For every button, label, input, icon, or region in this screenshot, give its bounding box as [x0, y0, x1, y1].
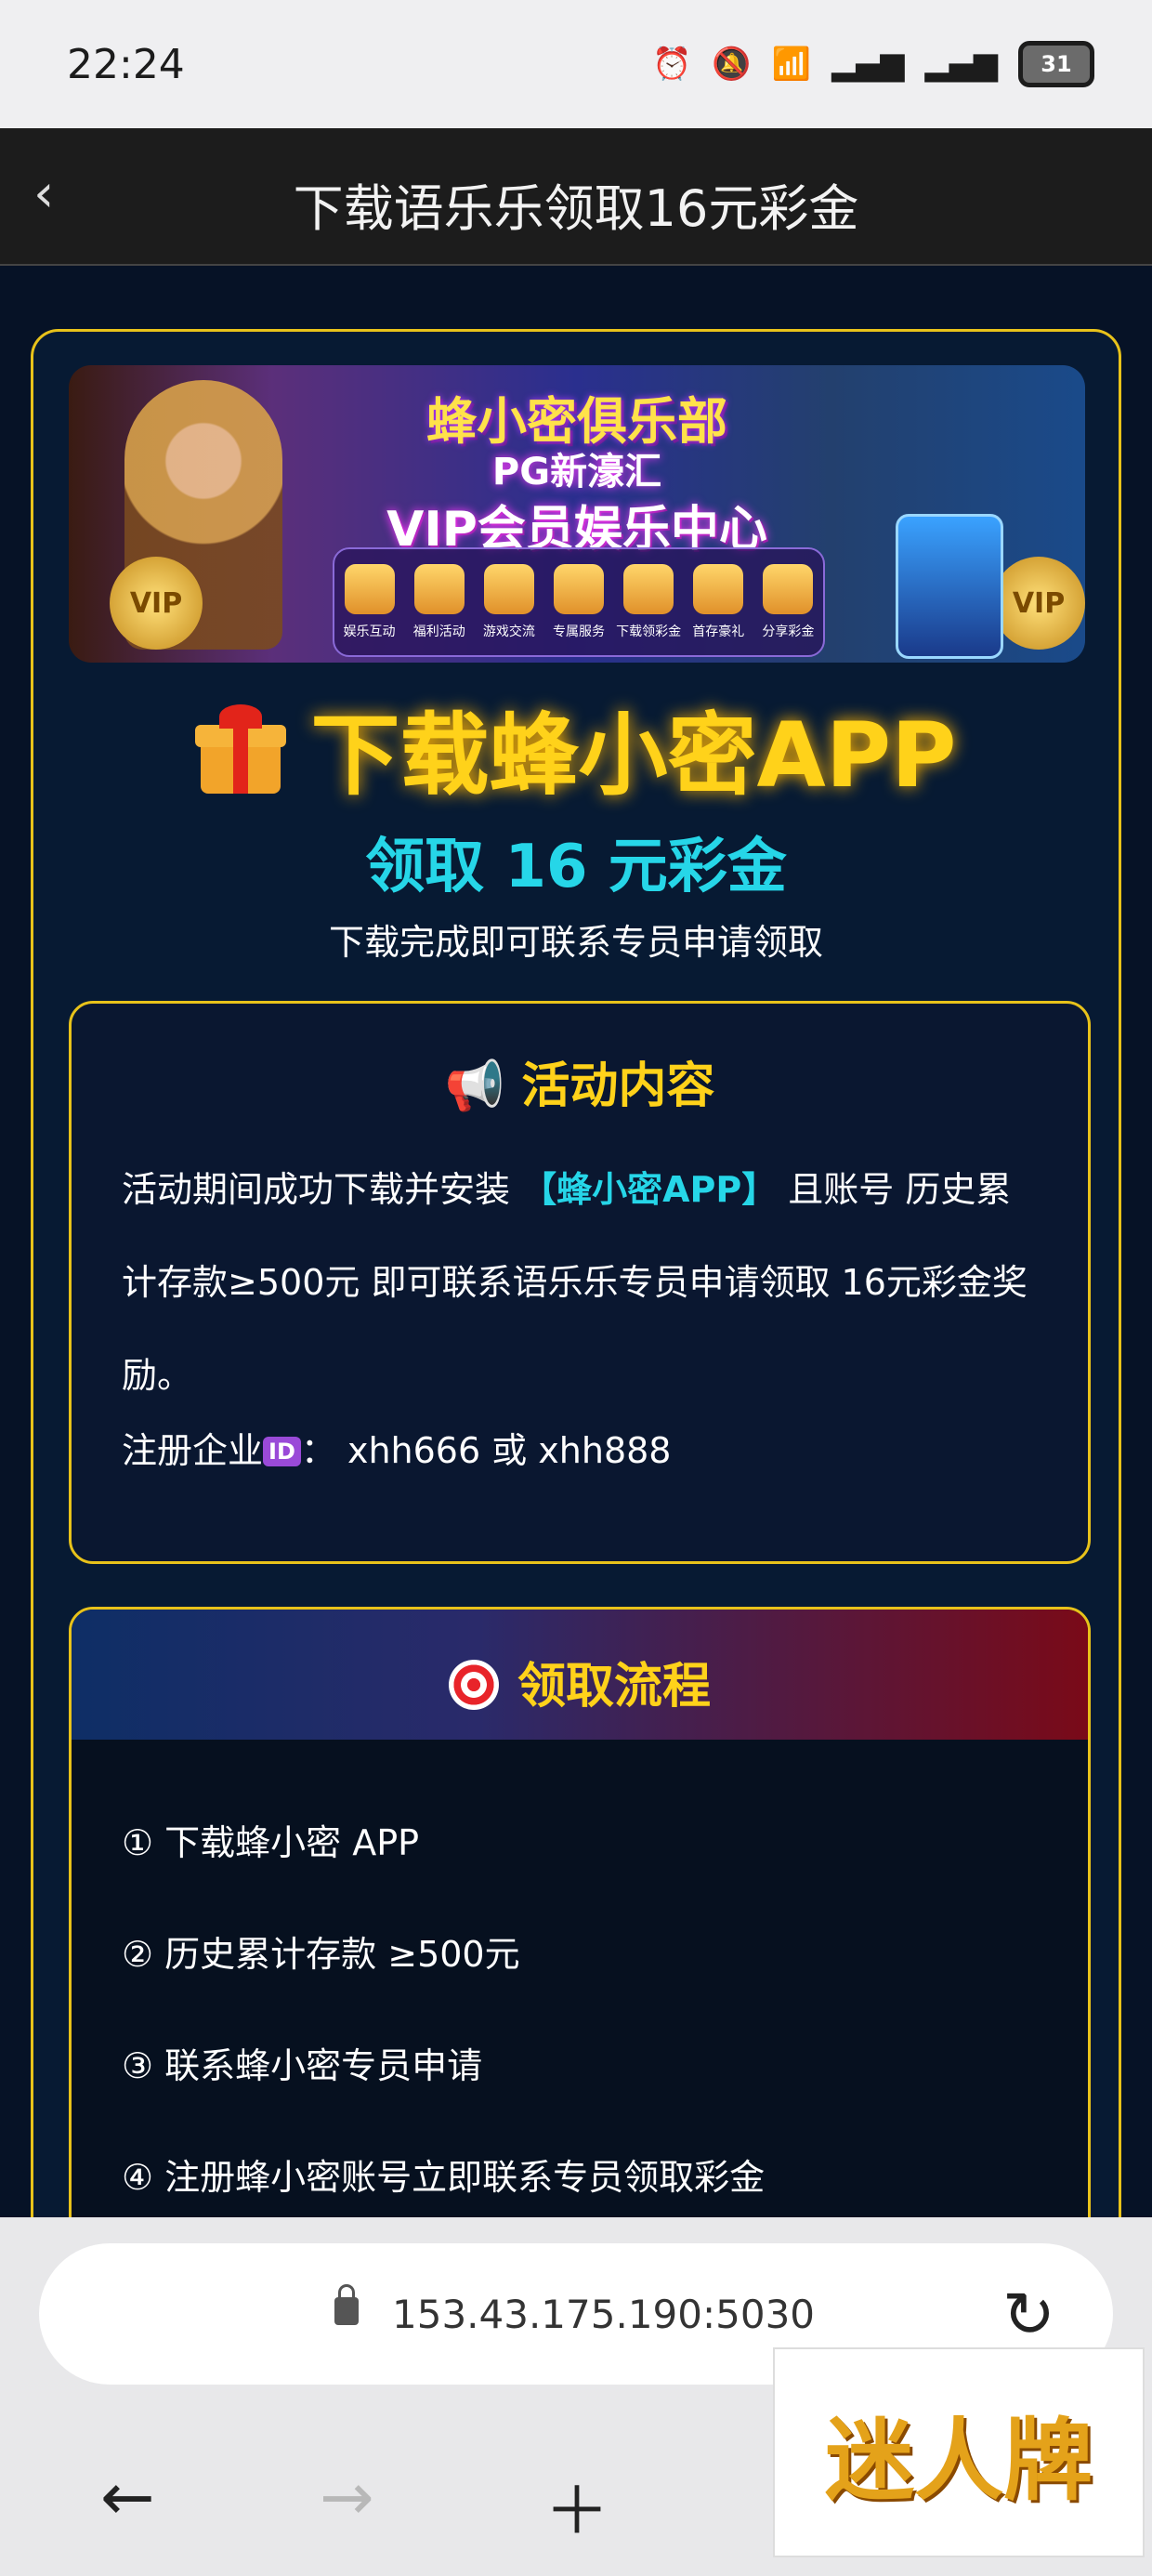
- nav-bar: ‹ 下载语乐乐领取16元彩金: [0, 128, 1152, 266]
- process-step: ③ 联系蜂小密专员申请: [122, 2045, 483, 2086]
- vip-badge-icon: VIP: [992, 557, 1085, 650]
- menu-item-icon: [553, 564, 604, 614]
- process-step: ① 下载蜂小密 APP: [122, 1822, 420, 1863]
- page-content: VIP VIP 蜂小密俱乐部 PG新濠汇 VIP会员娱乐中心 娱乐互动 福利活动…: [0, 266, 1152, 2379]
- process-heading-text: 领取流程: [517, 1659, 711, 1715]
- status-time: 22:24: [67, 41, 185, 88]
- activity-heading: 📢 活动内容: [444, 1058, 715, 1114]
- signal-5g-icon: ▂▄▆: [831, 46, 905, 83]
- banner-subtitle: PG新濠汇: [491, 451, 662, 493]
- alarm-icon: ⏰: [652, 46, 692, 83]
- menu-item-icon: [413, 564, 465, 614]
- process-card: 领取流程 ① 下载蜂小密 APP ② 历史累计存款 ≥500元 ③ 联系蜂小密专…: [69, 1607, 1091, 2319]
- menu-item-label: 专属服务: [552, 624, 605, 639]
- banner-menu-item: 游戏交流: [477, 564, 542, 640]
- menu-item-icon: [693, 564, 744, 614]
- page-title: 下载语乐乐领取16元彩金: [293, 179, 859, 238]
- url-text[interactable]: 153.43.175.190:5030: [392, 2292, 815, 2337]
- wifi-icon: 📶: [771, 46, 812, 83]
- reload-icon[interactable]: ↻: [1002, 2279, 1055, 2352]
- plus-icon[interactable]: ＋: [544, 2459, 609, 2553]
- promo-card: VIP VIP 蜂小密俱乐部 PG新濠汇 VIP会员娱乐中心 娱乐互动 福利活动…: [31, 329, 1121, 2379]
- menu-item-label: 娱乐互动: [343, 624, 396, 639]
- status-icons: ⏰ 🔕 📶 ▂▄▆ ▂▄▆ 31: [652, 41, 1094, 87]
- forward-arrow-icon[interactable]: →: [320, 2459, 374, 2535]
- process-header: 领取流程: [72, 1610, 1088, 1740]
- process-steps: ① 下载蜂小密 APP ② 历史累计存款 ≥500元 ③ 联系蜂小密专员申请 ④…: [122, 1814, 765, 2260]
- menu-item-label: 福利活动: [412, 624, 465, 639]
- activity-text-part: 活动期间成功下载并安装: [122, 1169, 522, 1210]
- banner-menu-item: 福利活动: [407, 564, 472, 640]
- banner-menu: 娱乐互动 福利活动 游戏交流 专属服务 下载领彩金 首存豪礼 分享彩金: [333, 547, 825, 657]
- register-label: 注册企业: [122, 1430, 264, 1471]
- menu-item-icon: [623, 564, 674, 614]
- banner-menu-item: 首存豪礼: [686, 564, 751, 640]
- activity-card: 📢 活动内容 活动期间成功下载并安装 【蜂小密APP】 且账号 历史累计存款≥5…: [69, 1001, 1091, 1564]
- banner-menu-item: 专属服务: [546, 564, 611, 640]
- register-value: ： xhh666 或 xhh888: [300, 1430, 672, 1471]
- status-bar: 22:24 ⏰ 🔕 📶 ▂▄▆ ▂▄▆ 31: [0, 0, 1152, 128]
- app-name-highlight: 【蜂小密APP】: [521, 1169, 778, 1210]
- menu-item-label: 游戏交流: [482, 624, 535, 639]
- banner-menu-item: 下载领彩金: [616, 564, 681, 640]
- lock-icon: [334, 2284, 359, 2325]
- menu-item-label: 首存豪礼: [692, 624, 745, 639]
- hero-headline: 下载蜂小密APP: [33, 683, 1119, 812]
- hero-headline-text: 下载蜂小密APP: [310, 703, 957, 808]
- target-icon: [448, 1660, 499, 1710]
- process-step: ② 历史累计存款 ≥500元: [122, 1934, 520, 1975]
- watermark-logo: 迷人牌: [773, 2347, 1145, 2557]
- menu-item-label: 分享彩金: [762, 624, 815, 639]
- menu-item-icon: [483, 564, 534, 614]
- hero-subline: 领取 16 元彩金: [365, 833, 787, 901]
- mute-icon: 🔕: [712, 46, 752, 83]
- menu-item-label: 下载领彩金: [616, 624, 682, 639]
- promo-banner[interactable]: VIP VIP 蜂小密俱乐部 PG新濠汇 VIP会员娱乐中心 娱乐互动 福利活动…: [69, 365, 1085, 663]
- activity-text: 活动期间成功下载并安装 【蜂小密APP】 且账号 历史累计存款≥500元 即可联…: [122, 1143, 1041, 1422]
- process-heading: 领取流程: [72, 1647, 1088, 1716]
- signal-5g-icon: ▂▄▆: [924, 46, 998, 83]
- banner-menu-item: 分享彩金: [755, 564, 820, 640]
- gift-icon: [195, 704, 287, 795]
- id-icon: ID: [263, 1437, 301, 1466]
- banner-menu-item: 娱乐互动: [337, 564, 402, 640]
- vip-badge-icon: VIP: [110, 557, 203, 650]
- battery-icon: 31: [1018, 41, 1094, 87]
- register-info: 注册企业 ID： xhh666 或 xhh888: [122, 1422, 672, 1473]
- back-arrow-icon[interactable]: ←: [100, 2459, 155, 2535]
- hero-note: 下载完成即可联系专员申请领取: [328, 922, 823, 963]
- menu-item-icon: [344, 564, 395, 614]
- menu-item-icon: [763, 564, 814, 614]
